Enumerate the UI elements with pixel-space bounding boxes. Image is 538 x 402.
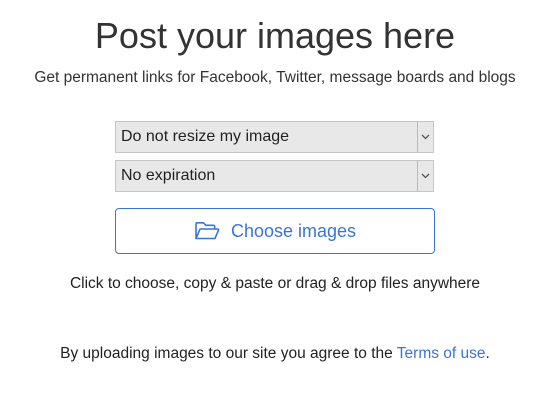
chevron-down-icon [421,173,430,179]
terms-agreement-suffix: . [485,345,490,362]
terms-agreement-prefix: By uploading images to our site you agre… [60,345,397,362]
expiry-select[interactable]: No expiration [115,160,434,192]
folder-open-icon [195,222,220,240]
chevron-down-icon [421,134,430,140]
choose-images-label: Choose images [230,220,357,241]
expiry-select-value: No expiration [121,167,216,184]
terms-agreement: By uploading images to our site you agre… [0,344,538,364]
choose-images-button-content[interactable]: Choose images [116,209,434,253]
choose-images-button[interactable]: Choose images [115,208,435,254]
resize-select-value: Do not resize my image [121,128,290,145]
upload-hint: Click to choose, copy & paste or drag & … [69,275,481,292]
page-subtitle: Get permanent links for Facebook, Twitte… [34,69,516,86]
page-title: Post your images here [94,15,456,56]
resize-select-arrow[interactable] [417,122,433,152]
expiry-select-arrow[interactable] [417,161,433,191]
terms-of-use-link[interactable]: Terms of use [397,345,486,362]
resize-select[interactable]: Do not resize my image [115,121,434,153]
